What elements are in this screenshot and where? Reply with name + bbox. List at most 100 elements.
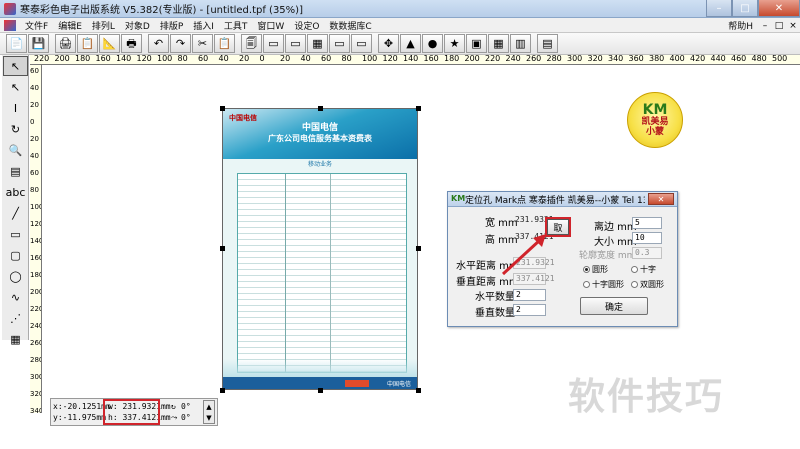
- page-setup-icon[interactable]: 📐: [99, 34, 120, 53]
- doc-close-button[interactable]: ×: [786, 21, 800, 31]
- menu-edit[interactable]: 编辑E: [53, 19, 87, 32]
- v-ruler-label: 100: [30, 203, 41, 211]
- v-count-field[interactable]: 2: [513, 304, 546, 316]
- spin-up-icon[interactable]: ▲: [206, 403, 211, 411]
- ok-button[interactable]: 确定: [580, 297, 648, 315]
- v-count-label: 垂直数量: [475, 308, 515, 319]
- align-icon[interactable]: ▭: [351, 34, 372, 53]
- skew-readout: 0°: [181, 413, 191, 422]
- line-tool-icon[interactable]: ╱: [3, 203, 28, 223]
- redo-icon[interactable]: ↷: [170, 34, 191, 53]
- close-window-button[interactable]: ✕: [758, 0, 800, 17]
- table-icon[interactable]: ▥: [510, 34, 531, 53]
- menu-arrange[interactable]: 排列L: [87, 19, 120, 32]
- polyline-tool-icon[interactable]: ⋰: [3, 308, 28, 328]
- radio-cross[interactable]: [631, 266, 638, 273]
- v-ruler-label: 80: [30, 186, 39, 194]
- v-ruler-label: 20: [30, 101, 39, 109]
- ellipse-tool-icon[interactable]: ◯: [3, 266, 28, 286]
- shape-circle-label: 圆形: [592, 265, 608, 274]
- paste-icon[interactable]: 📋: [214, 34, 235, 53]
- y-coordinate: y:-11.975mm: [53, 413, 106, 422]
- menu-bar: 文件F 编辑E 排列L 对象D 排版P 插入I 工具T 窗口W 设定O 数数据库…: [0, 18, 800, 33]
- cut-icon[interactable]: ✂: [192, 34, 213, 53]
- text-frame-tool-icon[interactable]: ▤: [3, 161, 28, 181]
- skew-icon: ⤳: [171, 413, 178, 422]
- rectangle-tool-icon[interactable]: ▭: [3, 224, 28, 244]
- selection-handle[interactable]: [220, 106, 225, 111]
- minimize-button[interactable]: –: [706, 0, 732, 17]
- stamp-mark: KM: [642, 102, 668, 118]
- h-ruler-label: 80: [177, 55, 188, 63]
- frame-link-icon[interactable]: ▭: [285, 34, 306, 53]
- move-icon[interactable]: ✥: [378, 34, 399, 53]
- save-icon[interactable]: 💾: [28, 34, 49, 53]
- rotation-icon: ↻: [171, 402, 176, 411]
- color-shapes-icon[interactable]: ▲: [400, 34, 421, 53]
- color-palette-icon[interactable]: ●: [422, 34, 443, 53]
- selection-handle[interactable]: [220, 246, 225, 251]
- document-setup-icon[interactable]: 📋: [77, 34, 98, 53]
- node-tool-icon[interactable]: ↖: [3, 77, 28, 97]
- radio-cross-circle[interactable]: [583, 281, 590, 288]
- shape-cross-circle-option[interactable]: 十字圆形: [583, 279, 624, 290]
- v-ruler-label: 220: [30, 305, 41, 313]
- margin-label: 离边 mm: [594, 222, 637, 233]
- stamp-line2: 小蒙: [645, 127, 664, 137]
- select-tool-icon[interactable]: ↖: [3, 56, 28, 76]
- h-ruler-label: 120: [382, 55, 398, 63]
- menu-help[interactable]: 帮助H: [723, 19, 758, 32]
- new-file-icon[interactable]: 📄: [6, 34, 27, 53]
- shape-double-circle-option[interactable]: 双圆形: [631, 279, 664, 290]
- poster-document[interactable]: 中国电信 中国电信 广东公司电信服务基本资费表 移动业务 中国电信: [222, 108, 418, 390]
- outline-width-field[interactable]: 0.3: [632, 247, 662, 259]
- star-icon[interactable]: ★: [444, 34, 465, 53]
- dialog-close-button[interactable]: ✕: [648, 193, 674, 205]
- maximize-button[interactable]: □: [732, 0, 758, 17]
- print-preview-icon[interactable]: 🖨: [55, 34, 76, 53]
- selection-handle[interactable]: [220, 388, 225, 393]
- doc-restore-button[interactable]: □: [772, 21, 786, 31]
- text-cursor-tool-icon[interactable]: I: [3, 98, 28, 118]
- selection-handle[interactable]: [416, 106, 421, 111]
- h-count-field[interactable]: 2: [513, 289, 546, 301]
- menu-settings[interactable]: 设定O: [289, 19, 324, 32]
- selection-handle[interactable]: [318, 106, 323, 111]
- rotate-tool-icon[interactable]: ↻: [3, 119, 28, 139]
- doc-minimize-button[interactable]: –: [758, 21, 772, 31]
- zoom-tool-icon[interactable]: 🔍: [3, 140, 28, 160]
- menu-file[interactable]: 文件F: [20, 19, 53, 32]
- footer-badge: [344, 379, 369, 387]
- chart-icon[interactable]: ▦: [488, 34, 509, 53]
- menu-insert[interactable]: 插入I: [188, 19, 219, 32]
- curve-tool-icon[interactable]: ∿: [3, 287, 28, 307]
- selection-handle[interactable]: [416, 388, 421, 393]
- margin-field[interactable]: 5: [632, 217, 662, 229]
- menu-database[interactable]: 数数据库C: [324, 19, 376, 32]
- radio-circle[interactable]: [583, 266, 590, 273]
- selection-handle[interactable]: [416, 246, 421, 251]
- shape-cross-option[interactable]: 十字: [631, 264, 656, 275]
- copy-icon[interactable]: 🗐: [241, 34, 262, 53]
- size-field[interactable]: 10: [632, 232, 662, 244]
- properties-icon[interactable]: ▤: [537, 34, 558, 53]
- ungroup-icon[interactable]: ▭: [329, 34, 350, 53]
- radio-double-circle[interactable]: [631, 281, 638, 288]
- spin-down-icon[interactable]: ▼: [206, 414, 211, 422]
- frame-icon[interactable]: ▭: [263, 34, 284, 53]
- menu-window[interactable]: 窗口W: [252, 19, 289, 32]
- printer-icon[interactable]: 🖶: [121, 34, 142, 53]
- menu-layout[interactable]: 排版P: [155, 19, 188, 32]
- table-tool-icon[interactable]: ▦: [3, 329, 28, 349]
- menu-tools[interactable]: 工具T: [219, 19, 253, 32]
- selection-handle[interactable]: [318, 388, 323, 393]
- group-icon[interactable]: ▦: [307, 34, 328, 53]
- text-tool-icon[interactable]: abc: [3, 182, 28, 202]
- shape-circle-option[interactable]: 圆形: [583, 264, 608, 275]
- undo-icon[interactable]: ↶: [148, 34, 169, 53]
- panel-spinner[interactable]: ▲ ▼: [203, 400, 215, 424]
- rounded-rect-tool-icon[interactable]: ▢: [3, 245, 28, 265]
- image-icon[interactable]: ▣: [466, 34, 487, 53]
- watermark-text: 软件技巧: [568, 375, 724, 418]
- menu-object[interactable]: 对象D: [120, 19, 155, 32]
